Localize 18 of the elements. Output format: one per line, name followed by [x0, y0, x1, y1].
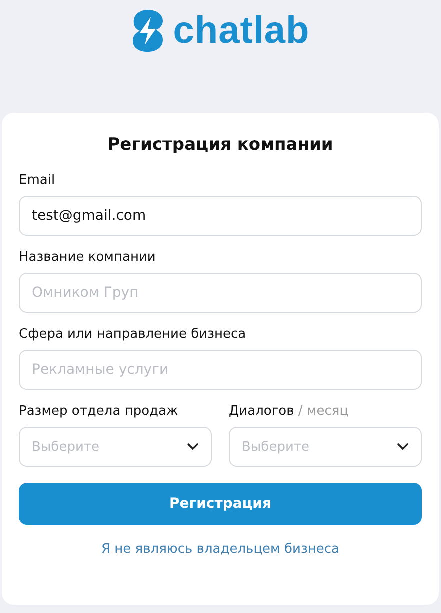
- field-label: Email: [19, 173, 56, 188]
- logo-text: chatlab: [173, 10, 310, 52]
- input-field[interactable]: Рекламные услуги: [19, 350, 422, 390]
- field-label: Размер отдела продаж: [19, 404, 178, 419]
- lightning-logo-icon: [131, 9, 166, 53]
- not-owner-link[interactable]: Я не являюсь владельцем бизнеса: [19, 542, 422, 557]
- chevron-down-icon: [187, 443, 199, 451]
- field-label: Название компании: [19, 250, 157, 265]
- select-field[interactable]: Выберите: [19, 427, 212, 467]
- register-button[interactable]: Регистрация: [19, 483, 422, 525]
- form-title: Регистрация компании: [106, 135, 334, 155]
- chevron-down-icon: [397, 443, 409, 451]
- field-label: Диалогов: [229, 404, 294, 419]
- field-label: Сфера или направление бизнеса: [19, 327, 248, 342]
- select-field[interactable]: Выберите: [229, 427, 422, 467]
- input-field[interactable]: test@gmail.com: [19, 196, 422, 236]
- unit-label: / месяц: [298, 404, 349, 419]
- input-field[interactable]: Омником Груп: [19, 273, 422, 313]
